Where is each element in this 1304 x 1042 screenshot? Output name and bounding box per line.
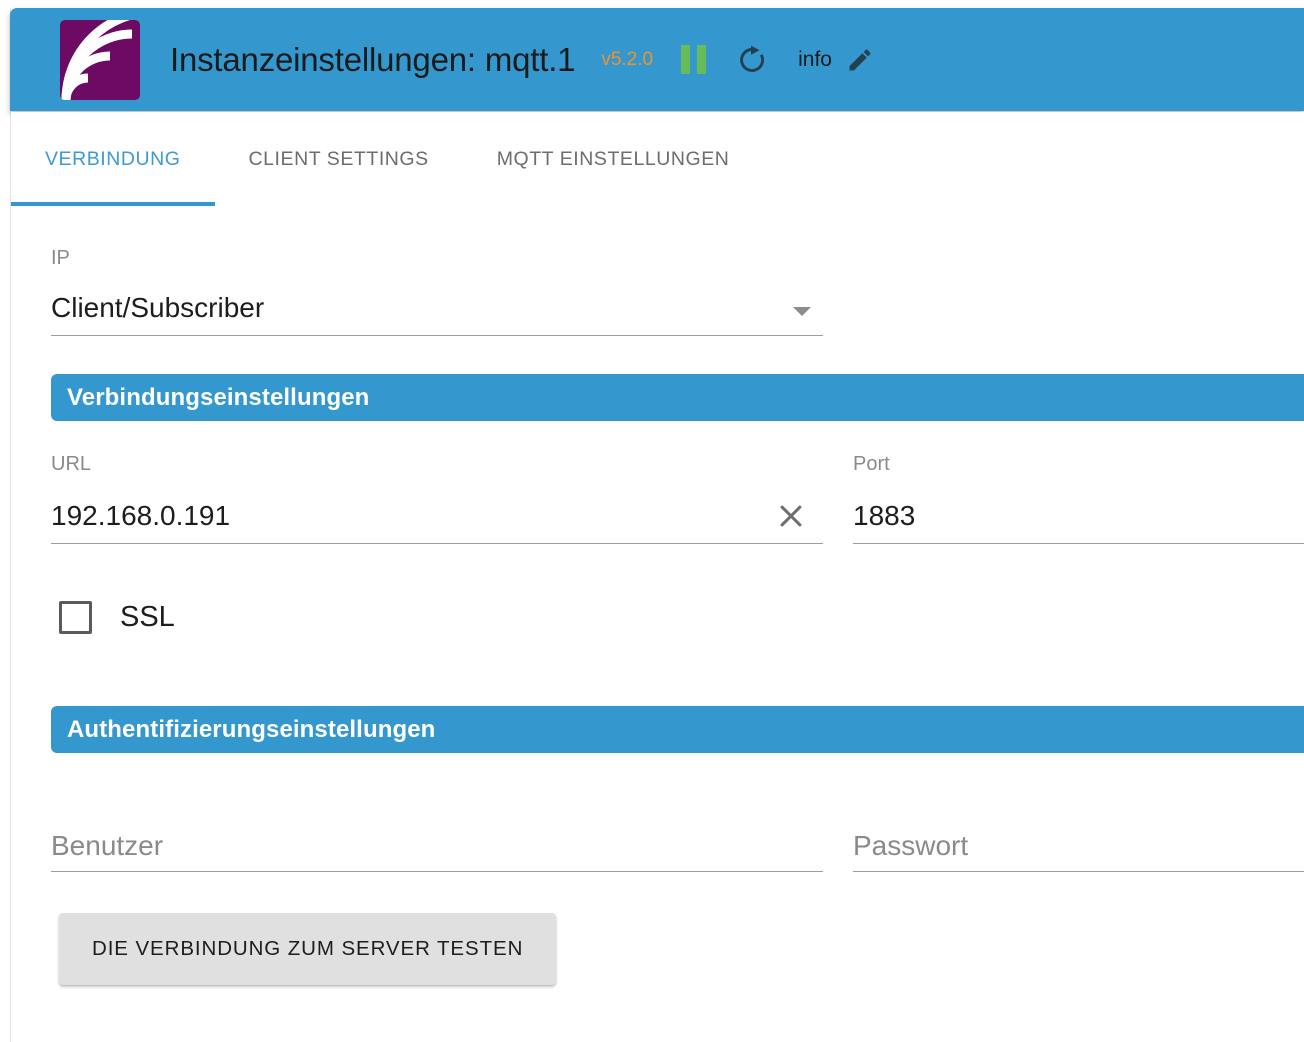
credentials-row: Benutzer Passwort [51,826,1304,872]
refresh-icon[interactable] [736,44,768,76]
port-field[interactable]: Port 1883 [853,454,1304,544]
tab-bar: VERBINDUNG CLIENT SETTINGS MQTT EINSTELL… [11,112,1304,206]
info-label[interactable]: info [798,48,832,72]
username-input[interactable]: Benutzer [51,830,163,862]
username-field[interactable]: Benutzer [51,826,823,872]
section-title: Verbindungseinstellungen [67,383,370,411]
password-field[interactable]: Passwort [853,826,1304,872]
chevron-down-icon[interactable] [793,307,811,316]
port-input[interactable]: 1883 [853,500,915,532]
ssl-checkbox-row[interactable]: SSL [59,601,175,634]
tab-verbindung[interactable]: VERBINDUNG [11,112,215,206]
ip-label: IP [51,247,70,269]
url-input[interactable]: 192.168.0.191 [51,500,230,532]
section-header-connection: Verbindungseinstellungen [51,374,1304,421]
close-icon[interactable] [777,502,805,530]
mqtt-waves-logo-icon [60,19,140,100]
tab-label: CLIENT SETTINGS [248,147,429,170]
tab-label: MQTT EINSTELLUNGEN [496,147,730,170]
pencil-edit-icon[interactable] [845,45,875,75]
page-title: Instanzeinstellungen: mqtt.1 [170,40,576,78]
test-connection-button[interactable]: DIE VERBINDUNG ZUM SERVER TESTEN [59,913,557,985]
port-label: Port [853,453,890,475]
pause-icon[interactable] [681,45,707,74]
instance-settings-page: Instanzeinstellungen: mqtt.1 v5.2.0 info [0,0,1304,1042]
ip-select-field[interactable]: IP Client/Subscriber [51,248,823,336]
ssl-checkbox[interactable] [59,601,92,634]
tab-label: VERBINDUNG [45,147,181,170]
tab-client-settings[interactable]: CLIENT SETTINGS [215,112,463,206]
section-title: Authentifizierungseinstellungen [67,715,436,743]
ssl-label: SSL [120,601,175,633]
url-label: URL [51,453,92,475]
version-label: v5.2.0 [601,48,654,70]
tab-mqtt-einstellungen[interactable]: MQTT EINSTELLUNGEN [463,112,764,206]
section-header-authentication: Authentifizierungseinstellungen [51,706,1304,753]
url-port-row: URL 192.168.0.191 Port 1883 [51,454,1304,544]
ip-selected-value: Client/Subscriber [51,292,265,323]
password-input[interactable]: Passwort [853,830,968,862]
url-field[interactable]: URL 192.168.0.191 [51,454,823,544]
settings-form: IP Client/Subscriber Verbindungseinstell… [11,206,1304,1042]
app-header: Instanzeinstellungen: mqtt.1 v5.2.0 info [10,8,1304,111]
